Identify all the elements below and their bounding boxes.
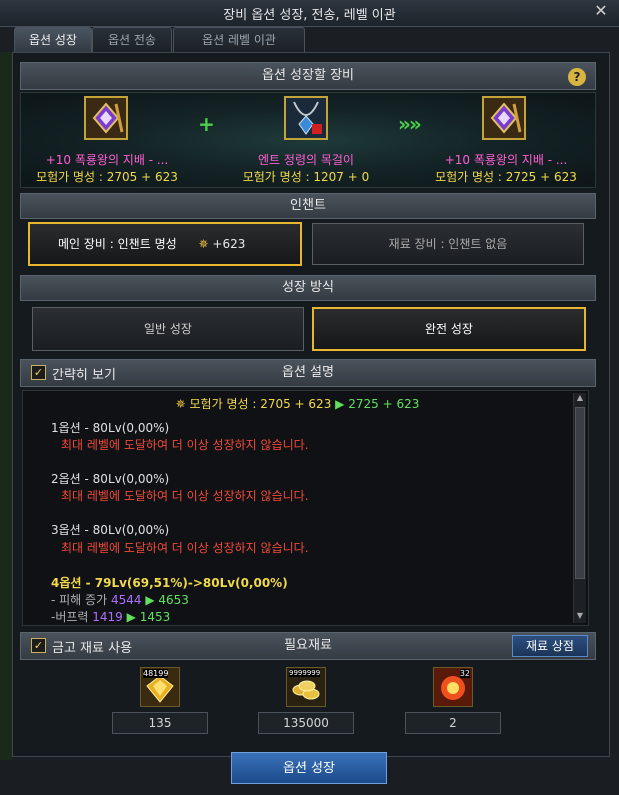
simple-view-checkbox[interactable]: ✓ bbox=[31, 365, 46, 380]
scroll-down-icon[interactable]: ▼ bbox=[575, 611, 585, 623]
stat-label: - 피해 증가 bbox=[51, 593, 108, 607]
main-enchant-value: +623 bbox=[212, 237, 246, 251]
option-4-stat-buff: -버프력 1419 ▶ 1453 bbox=[51, 608, 170, 625]
material-shop-button[interactable]: 재료 상점 bbox=[512, 635, 588, 657]
material-equipment-fame: 모험가 명성 : 1207 + 0 bbox=[242, 170, 370, 184]
enhance-level: +10 bbox=[444, 153, 471, 167]
option-1-title: 1옵션 - 80Lv(0,00%) bbox=[51, 421, 170, 435]
help-icon[interactable]: ? bbox=[568, 68, 586, 86]
option-1-note: 최대 레벨에 도달하여 더 이상 성장하지 않습니다. bbox=[61, 438, 309, 452]
blade-emblem-icon bbox=[484, 98, 524, 138]
use-vault-checkbox[interactable]: ✓ bbox=[31, 638, 46, 653]
stat-from: 1419 bbox=[92, 610, 123, 624]
background-left bbox=[0, 52, 12, 795]
equip-section-title: 옵션 성장할 장비 bbox=[262, 68, 354, 83]
main-equipment-fame: 모험가 명성 : 2705 + 623 bbox=[36, 170, 178, 184]
materials-section-title: 필요재료 bbox=[284, 638, 332, 653]
window-title: 장비 옵션 성장, 전송, 레벨 이관 bbox=[223, 8, 396, 23]
growth-section-header: 성장 방식 bbox=[20, 275, 596, 301]
fame-icon: ✵ bbox=[198, 237, 209, 251]
material-required-2: 135000 bbox=[258, 712, 354, 734]
scroll-up-icon[interactable]: ▲ bbox=[575, 393, 585, 405]
option-2-note: 최대 레벨에 도달하여 더 이상 성장하지 않습니다. bbox=[61, 489, 309, 503]
fame-icon: ✵ bbox=[175, 397, 186, 411]
description-scrollbar[interactable]: ▲ ▼ bbox=[573, 393, 586, 623]
scrollbar-thumb[interactable] bbox=[575, 407, 585, 579]
material-item-2[interactable]: 9999999 bbox=[286, 667, 326, 707]
fame-current: 모험가 명성 : 2705 + 623 bbox=[189, 397, 332, 411]
close-icon[interactable]: ✕ bbox=[593, 3, 609, 19]
stat-label: -버프력 bbox=[51, 610, 89, 624]
stat-to: 1453 bbox=[139, 610, 171, 624]
material-stock: 48199 bbox=[143, 669, 169, 678]
tab-option-growth[interactable]: 옵션 성장 bbox=[14, 27, 92, 52]
arrow-right-icon: ▶ bbox=[335, 397, 345, 411]
enhance-level: +10 bbox=[45, 153, 72, 167]
option-growth-button[interactable]: 옵션 성장 bbox=[231, 752, 387, 784]
fame-result: 2725 + 623 bbox=[348, 397, 420, 411]
option-3-note: 최대 레벨에 도달하여 더 이상 성장하지 않습니다. bbox=[61, 541, 309, 555]
arrow-right-icon: »» bbox=[398, 112, 422, 136]
window-titlebar: 장비 옵션 성장, 전송, 레벨 이관 ✕ bbox=[0, 0, 619, 27]
material-stock: 9999999 bbox=[289, 669, 321, 677]
material-equipment-slot[interactable] bbox=[284, 96, 328, 140]
option-description-panel: ▲ ▼ ✵ 모험가 명성 : 2705 + 623 ▶ 2725 + 623 1… bbox=[22, 390, 589, 626]
equipment-name-text: 폭룡왕의 지배 - ... bbox=[71, 153, 169, 167]
enchant-section-header: 인챈트 bbox=[20, 193, 596, 219]
simple-view-label: 간략히 보기 bbox=[52, 368, 116, 383]
tab-option-level-transfer[interactable]: 옵션 레벨 이관 bbox=[173, 27, 305, 52]
material-equipment-name: 엔트 정령의 목걸이 bbox=[258, 153, 354, 167]
option-4-title: 4옵션 - 79Lv(69,51%)->80Lv(0,00%) bbox=[51, 576, 288, 590]
tab-option-transfer[interactable]: 옵션 전송 bbox=[92, 27, 172, 52]
result-equipment-slot bbox=[482, 96, 526, 140]
main-enchant-label: 메인 장비 : 인챈트 명성 bbox=[58, 237, 177, 251]
equip-section-header: 옵션 성장할 장비 bbox=[20, 62, 596, 90]
fame-change-line: ✵ 모험가 명성 : 2705 + 623 ▶ 2725 + 623 bbox=[23, 395, 572, 412]
result-equipment-fame: 모험가 명성 : 2725 + 623 bbox=[435, 170, 577, 184]
normal-growth-button[interactable]: 일반 성장 bbox=[32, 307, 304, 351]
option-section-title: 옵션 설명 bbox=[282, 365, 334, 380]
option-2-title: 2옵션 - 80Lv(0,00%) bbox=[51, 472, 170, 486]
option-3-title: 3옵션 - 80Lv(0,00%) bbox=[51, 523, 170, 537]
main-equipment-name: +10 폭룡왕의 지배 - ... bbox=[22, 151, 192, 168]
material-required-1: 135 bbox=[112, 712, 208, 734]
material-item-1[interactable]: 48199 bbox=[140, 667, 180, 707]
main-equipment-enchant[interactable]: 메인 장비 : 인챈트 명성 ✵ +623 bbox=[28, 222, 302, 266]
necklace-icon bbox=[286, 98, 326, 138]
full-growth-button[interactable]: 완전 성장 bbox=[312, 307, 586, 351]
material-item-3[interactable]: 32 bbox=[433, 667, 473, 707]
result-equipment-name: +10 폭룡왕의 지배 - ... bbox=[420, 151, 592, 168]
equipment-name-text: 폭룡왕의 지배 - ... bbox=[470, 153, 568, 167]
main-equipment-slot[interactable] bbox=[84, 96, 128, 140]
option-4-stat-damage: - 피해 증가 4544 ▶ 4653 bbox=[51, 591, 189, 608]
arrow-right-icon: ▶ bbox=[126, 610, 136, 624]
material-required-3: 2 bbox=[405, 712, 501, 734]
blade-emblem-icon bbox=[86, 98, 126, 138]
material-stock: 32 bbox=[459, 669, 470, 678]
stat-to: 4653 bbox=[158, 593, 189, 607]
arrow-right-icon: ▶ bbox=[145, 593, 155, 607]
stat-from: 4544 bbox=[110, 593, 142, 607]
plus-icon: + bbox=[198, 112, 215, 136]
use-vault-label: 금고 재료 사용 bbox=[52, 641, 133, 656]
material-equipment-enchant[interactable]: 재료 장비 : 인챈트 없음 bbox=[312, 223, 584, 265]
